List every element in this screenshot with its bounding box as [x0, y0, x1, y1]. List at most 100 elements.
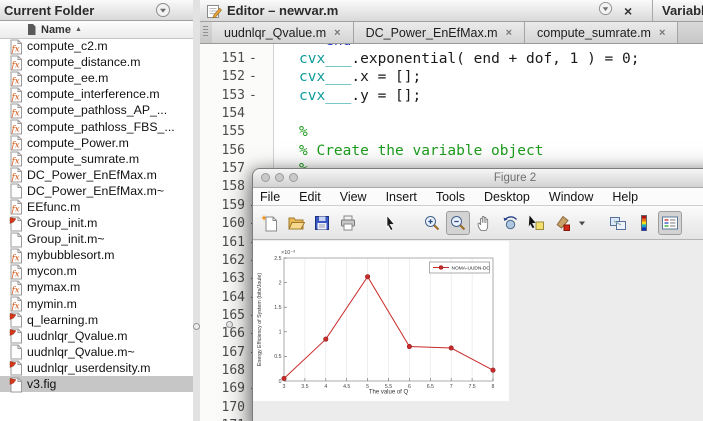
file-row[interactable]: uudnlqr_userdensity.m — [0, 360, 193, 376]
file-row[interactable]: fx compute_Power.m — [0, 135, 193, 151]
svg-text:fx: fx — [11, 141, 20, 151]
svg-text:0.5: 0.5 — [274, 354, 281, 360]
file-row[interactable]: fxDC_Power_EnEfMax.m — [0, 167, 193, 183]
line-number: 164 — [200, 289, 245, 307]
code-line[interactable]: 155% — [200, 123, 703, 141]
tabbar-grip-icon[interactable] — [203, 26, 208, 38]
file-row[interactable]: uudnlqr_Qvalue.m~ — [0, 344, 193, 360]
column-name-label: Name — [41, 24, 71, 36]
zoom-in-button[interactable] — [420, 211, 444, 235]
window-minimize-icon[interactable] — [275, 173, 284, 182]
file-name: Group_init.m~ — [27, 232, 105, 246]
file-list: fxcompute_c2.mfxcompute_distance.mfxcomp… — [0, 38, 193, 392]
file-row[interactable]: DC_Power_EnEfMax.m~ — [0, 183, 193, 199]
edit-plot-button[interactable] — [378, 211, 402, 235]
editor-icon — [206, 3, 222, 19]
editor-panel-menu-icon[interactable] — [598, 1, 613, 21]
editor-tab-bar: uudnlqr_Qvalue.m×DC_Power_EnEfMax.m×comp… — [200, 22, 703, 44]
current-folder-panel: Current Folder Name ▲ fxcompute_c2.mfxco… — [0, 0, 194, 421]
file-name: compute_Power.m — [27, 136, 129, 150]
menu-desktop[interactable]: Desktop — [484, 190, 530, 204]
link-plot-button[interactable] — [606, 211, 630, 235]
menu-insert[interactable]: Insert — [386, 190, 417, 204]
file-row[interactable]: fxmymin.m — [0, 296, 193, 312]
executable-line-dash: - — [249, 87, 257, 105]
matlab-function-file-icon: fx — [9, 296, 23, 311]
code-text: cvx___.y = []; — [299, 87, 421, 105]
code-line[interactable]: 151-cvx___.exponential( end + dof, 1 ) =… — [200, 50, 703, 68]
variables-panel-titlebar: Variables — [652, 0, 703, 21]
code-line[interactable]: 153- cvx___.y = []; — [200, 87, 703, 105]
file-row[interactable]: fxmycon.m — [0, 263, 193, 279]
open-file-button[interactable] — [284, 211, 308, 235]
file-name: mycon.m — [27, 264, 77, 278]
code-line[interactable]: 156% Create the variable object — [200, 142, 703, 160]
menu-edit[interactable]: Edit — [299, 190, 321, 204]
menu-view[interactable]: View — [340, 190, 367, 204]
code-line[interactable]: 152-cvx___.x = []; — [200, 68, 703, 86]
file-row[interactable]: q_learning.m — [0, 312, 193, 328]
tab-close-icon[interactable]: × — [334, 27, 340, 39]
file-row[interactable]: fxmybubblesort.m — [0, 247, 193, 263]
file-name: mybubblesort.m — [27, 248, 114, 262]
zoom-out-button[interactable] — [446, 211, 470, 235]
print-figure-button[interactable] — [336, 211, 360, 235]
editor-close-icon[interactable]: × — [624, 4, 632, 18]
new-figure-button[interactable] — [258, 211, 282, 235]
file-row[interactable]: v3.fig — [0, 376, 193, 392]
line-number: 170 — [200, 399, 245, 417]
data-cursor-button[interactable] — [524, 211, 548, 235]
figure-titlebar[interactable]: Figure 2 — [253, 169, 703, 188]
menu-file[interactable]: File — [260, 190, 280, 204]
line-number: 153 — [200, 87, 245, 105]
file-row[interactable]: fxEEfunc.m — [0, 199, 193, 215]
file-row[interactable]: fx mymax.m — [0, 279, 193, 295]
menu-window[interactable]: Window — [549, 190, 593, 204]
insert-colorbar-button[interactable] — [632, 211, 656, 235]
file-row[interactable]: Group_init.m~ — [0, 231, 193, 247]
insert-legend-button[interactable] — [658, 211, 682, 235]
menu-tools[interactable]: Tools — [436, 190, 465, 204]
code-text: cvx___.x = []; — [299, 68, 421, 86]
window-close-icon[interactable] — [261, 173, 270, 182]
current-folder-titlebar: Current Folder — [0, 0, 193, 21]
matlab-function-file-icon: fx — [9, 87, 23, 102]
svg-text:fx: fx — [11, 286, 20, 296]
brush-data-button[interactable] — [550, 211, 574, 235]
line-number: 159 — [200, 197, 245, 215]
editor-tab[interactable]: compute_sumrate.m× — [525, 22, 678, 43]
tab-close-icon[interactable]: × — [659, 27, 665, 39]
line-number: 165 — [200, 307, 245, 325]
file-row[interactable]: Group_init.m — [0, 215, 193, 231]
file-row[interactable]: fxcompute_pathloss_FBS_... — [0, 118, 193, 134]
file-row[interactable]: fxcompute_distance.m — [0, 54, 193, 70]
svg-text:fx: fx — [11, 157, 20, 167]
save-figure-button[interactable] — [310, 211, 334, 235]
pan-button[interactable] — [472, 211, 496, 235]
rotate-3d-button[interactable] — [498, 211, 522, 235]
file-row[interactable]: fxcompute_interference.m — [0, 86, 193, 102]
file-row[interactable]: uudnlqr_Qvalue.m — [0, 328, 193, 344]
file-row[interactable]: fxcompute_sumrate.m — [0, 151, 193, 167]
splitter-handle-icon[interactable] — [193, 323, 200, 330]
editor-tab[interactable]: uudnlqr_Qvalue.m× — [212, 22, 354, 43]
brush-dropdown-button[interactable] — [576, 211, 588, 235]
file-name: uudnlqr_Qvalue.m — [27, 329, 127, 343]
panel-menu-icon[interactable] — [155, 2, 171, 18]
file-row[interactable]: fxcompute_pathloss_AP_... — [0, 102, 193, 118]
code-line[interactable]: 154 — [200, 105, 703, 123]
matlab-function-file-icon: fx — [9, 151, 23, 166]
file-name: mymax.m — [27, 280, 80, 294]
file-row[interactable]: fxcompute_c2.m — [0, 38, 193, 54]
matlab-function-file-icon: fx — [9, 199, 23, 214]
file-list-column-header[interactable]: Name ▲ — [0, 21, 193, 39]
plot-area[interactable]: 33.544.555.566.577.5800.511.522.5×10⁻³NO… — [253, 241, 509, 401]
window-zoom-icon[interactable] — [289, 173, 298, 182]
line-number: 154 — [200, 105, 245, 123]
svg-text:fx: fx — [11, 76, 20, 86]
file-row[interactable]: fxcompute_ee.m — [0, 70, 193, 86]
editor-gutter-handle-icon[interactable] — [226, 321, 233, 328]
editor-tab[interactable]: DC_Power_EnEfMax.m× — [354, 22, 525, 43]
tab-close-icon[interactable]: × — [506, 27, 512, 39]
menu-help[interactable]: Help — [612, 190, 638, 204]
